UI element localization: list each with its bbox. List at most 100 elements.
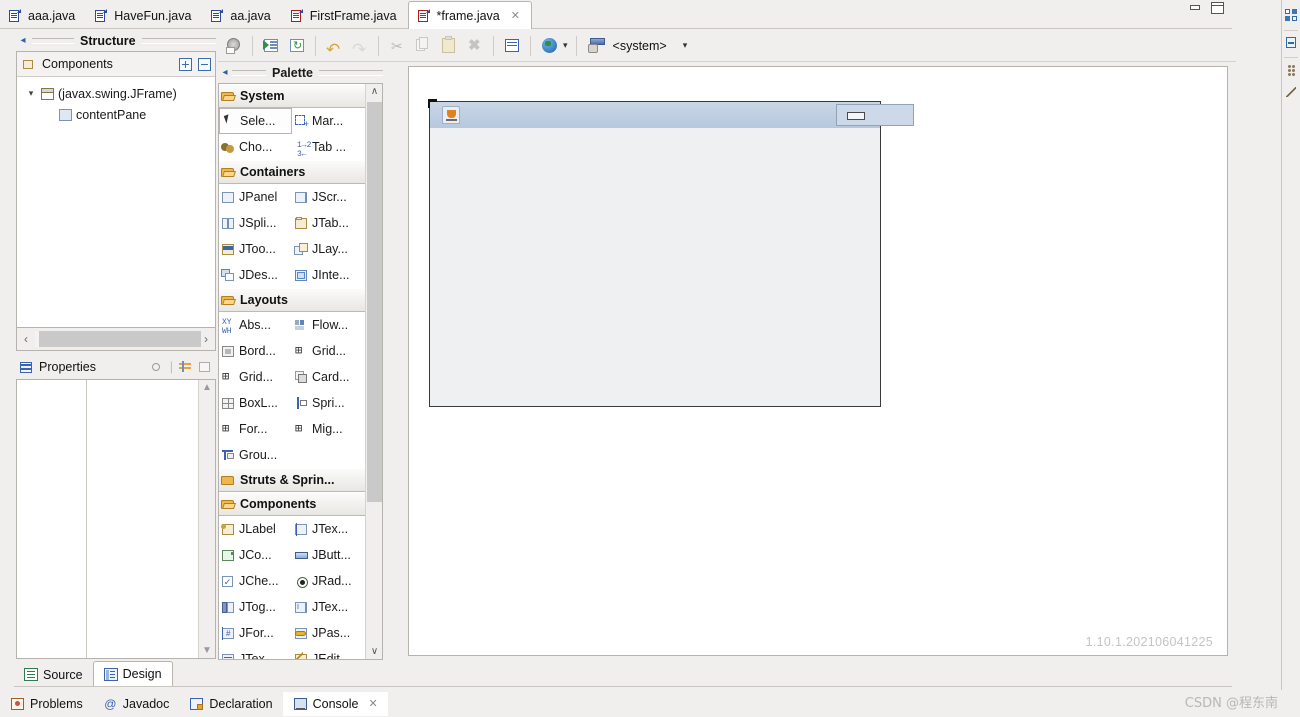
palette-item-jpasswordfield[interactable]: JPas... <box>292 620 365 646</box>
goto-definition-icon[interactable] <box>198 360 213 374</box>
components-icon <box>21 57 36 72</box>
editor-tab-havefun-java[interactable]: HaveFun.java <box>86 3 203 28</box>
scroll-thumb[interactable] <box>367 102 382 502</box>
restore-perspective-icon[interactable] <box>1282 6 1300 28</box>
palette-item-card-layout[interactable]: Card... <box>292 364 365 390</box>
tree-row-jframe[interactable]: ▾ (javax.swing.JFrame) <box>17 83 215 104</box>
palette-item-mig-layout[interactable]: ⊞ Mig... <box>292 416 365 442</box>
jframe-window-controls[interactable] <box>836 104 914 126</box>
tab-design[interactable]: Design <box>92 661 173 686</box>
palette-item-marquee[interactable]: + Mar... <box>292 108 365 134</box>
refresh-icon[interactable]: ↻ <box>285 34 309 58</box>
look-and-feel-icon[interactable] <box>585 34 609 58</box>
scroll-down-icon[interactable]: ▼ <box>202 645 212 656</box>
palette-collapse-arrow-icon[interactable]: ◂ <box>218 67 232 78</box>
design-canvas[interactable]: 1.10.1.202106041225 <box>408 66 1228 656</box>
palette-item-group-layout[interactable]: Grou... <box>219 442 292 468</box>
jframe-title-bar[interactable] <box>430 102 914 129</box>
palette-item-jradiobutton[interactable]: JRad... <box>292 568 365 594</box>
palette-item-jtabbedpane[interactable]: JTab... <box>292 210 365 236</box>
palette-category-struts-springs[interactable]: Struts & Sprin... <box>219 468 365 492</box>
locale-globe-icon[interactable] <box>537 34 561 58</box>
locale-dropdown-arrow[interactable]: ▾ <box>563 40 568 51</box>
scroll-thumb[interactable] <box>39 331 201 347</box>
minimized-view-icon[interactable] <box>1282 33 1300 55</box>
palette-item-jpanel[interactable]: JPanel <box>219 184 292 210</box>
components-header: Components <box>17 52 215 77</box>
properties-toolbar-icon[interactable] <box>500 34 524 58</box>
maximize-icon[interactable] <box>1211 2 1224 14</box>
jframe-content-pane[interactable] <box>430 128 880 406</box>
palette-item-flow-layout[interactable]: Flow... <box>292 312 365 338</box>
jframe-preview[interactable] <box>428 99 914 407</box>
close-icon[interactable]: ✕ <box>368 697 377 710</box>
palette-vertical-scrollbar[interactable]: ∧ ∨ <box>365 84 382 659</box>
palette-category-containers[interactable]: Containers <box>219 160 365 184</box>
palette-item-jbutton[interactable]: JButt... <box>292 542 365 568</box>
close-icon[interactable]: ✕ <box>511 9 520 22</box>
view-tab-declaration[interactable]: Declaration <box>179 692 282 716</box>
palette-item-jeditorpane[interactable]: JEdit... <box>292 646 365 659</box>
view-tab-console[interactable]: Console ✕ <box>282 691 388 716</box>
tree-row-contentpane[interactable]: contentPane <box>17 104 215 125</box>
editor-tab-aa-java[interactable]: aa.java <box>202 3 282 28</box>
palette-item-form-layout[interactable]: ⊞ For... <box>219 416 292 442</box>
palette-item-jdesktoppane[interactable]: JDes... <box>219 262 292 288</box>
palette-category-layouts[interactable]: Layouts <box>219 288 365 312</box>
scroll-up-icon[interactable]: ∧ <box>366 84 382 99</box>
scroll-down-icon[interactable]: ∨ <box>366 644 382 659</box>
palette-category-system[interactable]: System <box>219 84 365 108</box>
collapse-arrow-icon[interactable]: ◂ <box>16 35 30 46</box>
editor-tab-frame-java[interactable]: *frame.java ✕ <box>407 1 532 29</box>
scroll-left-icon[interactable]: ‹ <box>17 332 35 346</box>
palette-item-jcheckbox[interactable]: ✓ JChe... <box>219 568 292 594</box>
test-layout-icon[interactable] <box>222 34 246 58</box>
palette-item-selection[interactable]: Sele... <box>219 108 292 134</box>
palette-item-jscrollpane[interactable]: JScr... <box>292 184 365 210</box>
palette-item-box-layout[interactable]: BoxL... <box>219 390 292 416</box>
palette-item-jinternalframe[interactable]: JInte... <box>292 262 365 288</box>
open-editor-icon[interactable] <box>259 34 283 58</box>
palette-item-grid-layout[interactable]: ⊞ Grid... <box>219 364 292 390</box>
palette-item-spring-layout[interactable]: Spri... <box>292 390 365 416</box>
look-and-feel-value[interactable]: <system> <box>613 39 667 53</box>
palette-item-jlayeredpane[interactable]: JLay... <box>292 236 365 262</box>
pencil-icon[interactable] <box>1282 82 1300 104</box>
undo-icon[interactable]: ↶ <box>322 34 346 58</box>
view-tab-javadoc[interactable]: @ Javadoc <box>93 692 180 716</box>
minimize-icon[interactable] <box>1189 2 1202 14</box>
palette-item-jtogglebutton[interactable]: JTog... <box>219 594 292 620</box>
palette-item-gridbag-layout[interactable]: ⊞ Grid... <box>292 338 365 364</box>
palette-item-jlabel[interactable]: JLabel <box>219 516 292 542</box>
palette-item-jtextfield[interactable]: JTex... <box>292 516 365 542</box>
collapse-all-icon[interactable] <box>198 57 211 71</box>
palette-item-jtoolbar[interactable]: JToo... <box>219 236 292 262</box>
show-advanced-icon[interactable] <box>178 360 193 374</box>
design-view-icon <box>103 667 118 681</box>
palette-item-tab-order[interactable]: 1→2 3← Tab ... <box>292 134 365 160</box>
properties-vertical-scrollbar[interactable]: ▲ ▼ <box>198 380 215 658</box>
editor-tab-firstframe-java[interactable]: FirstFrame.java <box>281 3 408 28</box>
palette-category-components[interactable]: Components <box>219 492 365 516</box>
properties-table[interactable]: ▲ ▼ <box>16 379 216 659</box>
scroll-track[interactable] <box>35 331 201 347</box>
jformattedtextfield-icon: # <box>221 626 236 641</box>
view-tab-problems[interactable]: Problems <box>0 692 93 716</box>
editor-tab-aaa-java[interactable]: aaa.java <box>0 3 87 28</box>
palette-item-jsplitpane[interactable]: JSpli... <box>219 210 292 236</box>
palette-item-jtextarea[interactable]: I JTex... <box>292 594 365 620</box>
structure-horizontal-scrollbar[interactable]: ‹ › <box>16 327 216 351</box>
palette-item-jformattedtextfield[interactable]: # JFor... <box>219 620 292 646</box>
tab-source[interactable]: Source <box>14 663 93 686</box>
palette-item-jtextpane[interactable]: JTex... <box>219 646 292 659</box>
palette-item-border-layout[interactable]: Bord... <box>219 338 292 364</box>
scroll-up-icon[interactable]: ▲ <box>202 382 212 393</box>
palette-item-absolute-layout[interactable]: XY WH Abs... <box>219 312 292 338</box>
palette-item-choose-component[interactable]: Cho... <box>219 134 292 160</box>
palette-item-jcombobox[interactable]: JCo... <box>219 542 292 568</box>
expand-all-icon[interactable] <box>179 57 192 71</box>
show-events-icon[interactable] <box>150 360 165 374</box>
twisty-icon[interactable]: ▾ <box>25 88 37 99</box>
outline-dots-icon[interactable] <box>1282 60 1300 82</box>
look-and-feel-dropdown-arrow[interactable]: ▾ <box>683 40 688 51</box>
